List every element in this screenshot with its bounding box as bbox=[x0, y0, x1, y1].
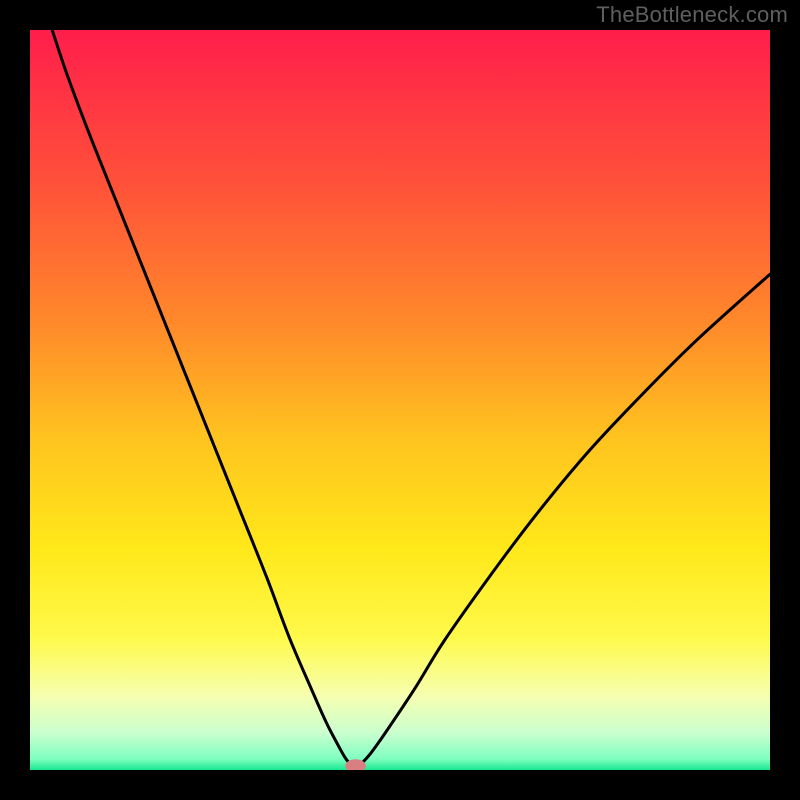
watermark-text: TheBottleneck.com bbox=[596, 2, 788, 28]
gradient-background bbox=[30, 30, 770, 770]
plot-area bbox=[30, 30, 770, 770]
chart-svg bbox=[30, 30, 770, 770]
chart-frame: TheBottleneck.com bbox=[0, 0, 800, 800]
